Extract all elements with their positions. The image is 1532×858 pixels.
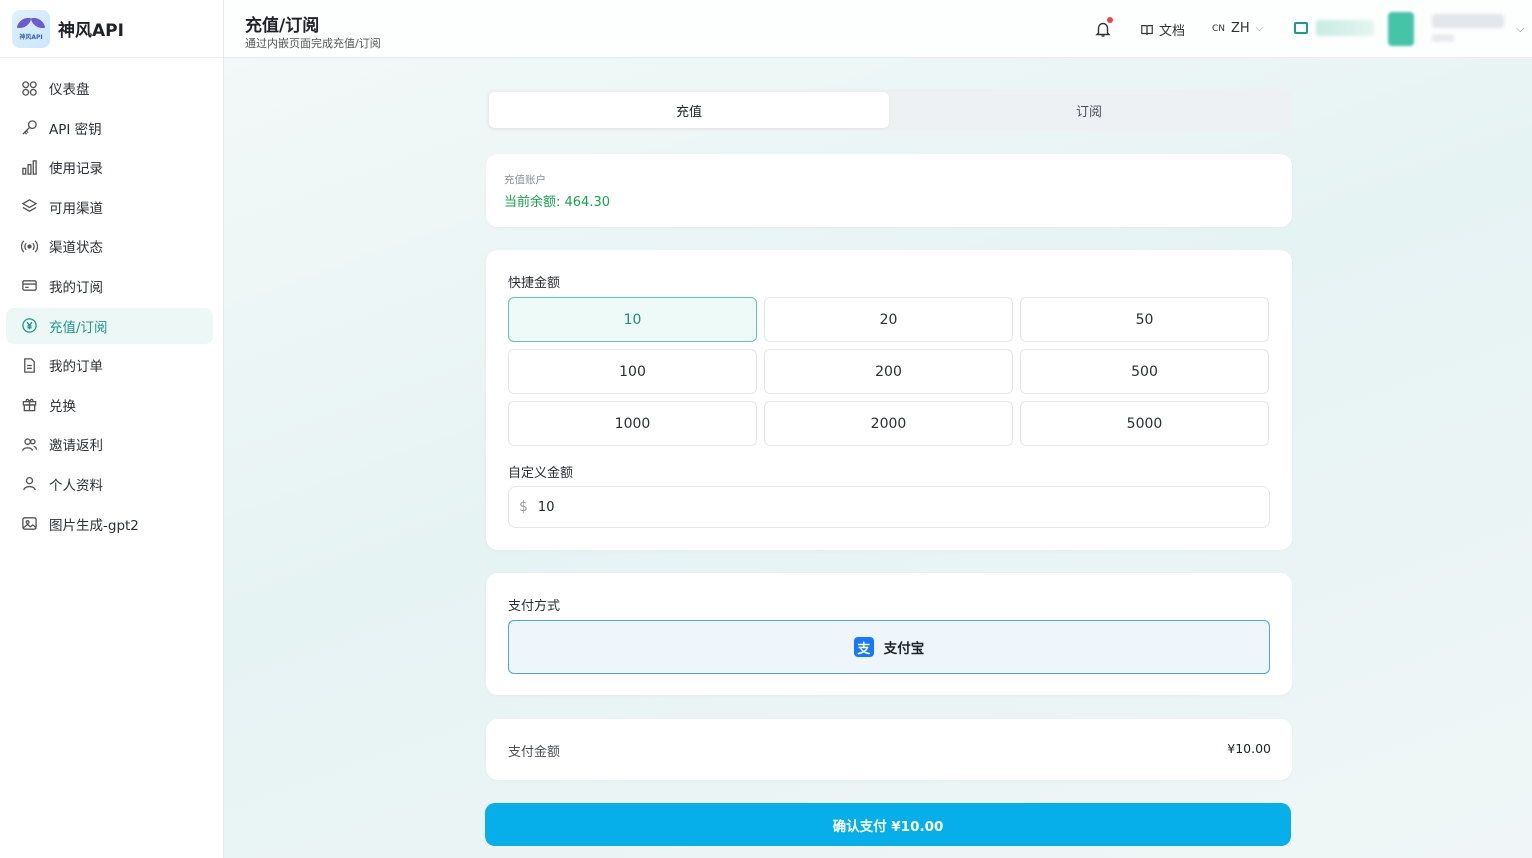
avatar[interactable] [1388, 12, 1414, 46]
docs-link[interactable]: 文档 [1140, 20, 1185, 39]
book-icon [1141, 24, 1153, 35]
amount-option-500[interactable]: 500 [1020, 349, 1269, 394]
brand-logo: 神风API [12, 9, 50, 48]
amount-option-50[interactable]: 50 [1020, 297, 1269, 342]
sidebar-item-label: 充值/订阅 [49, 319, 108, 336]
amount-option-200[interactable]: 200 [764, 349, 1013, 394]
tab-recharge[interactable]: 充值 [489, 92, 889, 128]
sidebar-item-redeem[interactable]: 兑换 [6, 387, 213, 423]
account-label: 充值账户 [504, 174, 546, 186]
sidebar-item-recharge[interactable]: 充值/订阅 [6, 307, 213, 344]
user-info-blurred[interactable] [1432, 14, 1504, 42]
image-gen-icon [20, 515, 38, 533]
custom-amount-field[interactable]: $ [508, 486, 1270, 528]
gift-icon [20, 396, 38, 414]
amount-option-2000[interactable]: 2000 [764, 401, 1013, 446]
brand[interactable]: 神风API 神风API [0, 0, 223, 58]
blurred-balance [1316, 20, 1374, 36]
amount-option-100[interactable]: 100 [508, 349, 757, 394]
confirm-payment-button[interactable]: 确认支付 ¥10.00 [485, 803, 1291, 846]
blurred-role [1432, 34, 1454, 42]
quick-amount-grid: 10 20 50 100 200 500 1000 2000 5000 [508, 297, 1270, 446]
sidebar-item-label: 渠道状态 [49, 240, 103, 257]
key-icon [20, 119, 38, 137]
payment-amount-label: 支付金额 [508, 745, 561, 760]
wallet-icon [1294, 22, 1308, 34]
payment-option-alipay[interactable]: 支 支付宝 [508, 620, 1270, 674]
amount-option-1000[interactable]: 1000 [508, 401, 757, 446]
amount-option-5000[interactable]: 5000 [1020, 401, 1269, 446]
payment-method-name: 支付宝 [883, 641, 925, 657]
sidebar-item-api-keys[interactable]: API 密钥 [6, 110, 213, 146]
brand-name: 神风API [58, 21, 124, 41]
docs-label: 文档 [1159, 24, 1186, 39]
amount-option-10[interactable]: 10 [508, 297, 757, 342]
language-selector[interactable]: CN ZH ⌵ [1212, 21, 1263, 36]
payment-amount-value: ¥10.00 [1227, 741, 1271, 756]
sidebar-item-label: 图片生成-gpt2 [49, 517, 139, 534]
page-subtitle: 通过内嵌页面完成充值/订阅 [245, 37, 381, 50]
wallet-balance-button[interactable] [1294, 20, 1374, 36]
amount-card: 快捷金额 10 20 50 100 200 500 1000 2000 5000… [486, 250, 1292, 550]
tab-bar: 充值 订阅 [486, 89, 1292, 131]
bar-chart-icon [20, 158, 38, 176]
yen-circle-icon [20, 317, 38, 335]
payment-method-label: 支付方式 [508, 599, 561, 614]
sidebar-item-label: 邀请返利 [49, 438, 103, 455]
custom-amount-input[interactable] [537, 499, 1238, 515]
dashboard-icon [20, 79, 38, 97]
wings-icon [18, 16, 44, 30]
language-label: ZH [1231, 21, 1250, 36]
payment-card: 支付方式 支 支付宝 [486, 573, 1292, 695]
alipay-icon: 支 [853, 637, 874, 657]
card-icon [20, 277, 38, 295]
account-card: 充值账户 当前余额: 464.30 [486, 154, 1292, 227]
sidebar-item-channel-status[interactable]: 渠道状态 [6, 228, 213, 264]
payment-summary-card: 支付金额 ¥10.00 [486, 719, 1292, 780]
sidebar-item-label: 使用记录 [49, 161, 103, 178]
custom-amount-label: 自定义金额 [508, 466, 574, 481]
current-balance: 当前余额: 464.30 [504, 195, 610, 210]
quick-amount-label: 快捷金额 [508, 276, 561, 291]
sidebar-item-label: 我的订阅 [49, 279, 103, 296]
sidebar: 神风API 神风API 仪表盘 API 密钥 使用记录 可用渠道 渠道状态 我的… [0, 0, 224, 858]
sidebar-nav: 仪表盘 API 密钥 使用记录 可用渠道 渠道状态 我的订阅 充值/订阅 我的订… [0, 58, 223, 542]
sidebar-item-profile[interactable]: 个人资料 [6, 466, 213, 502]
language-code: CN [1212, 23, 1226, 34]
sidebar-item-label: 可用渠道 [49, 200, 103, 217]
amount-option-20[interactable]: 20 [764, 297, 1013, 342]
sidebar-item-referral[interactable]: 邀请返利 [6, 426, 213, 462]
user-icon [20, 475, 38, 493]
notification-dot [1107, 17, 1113, 23]
sidebar-item-my-orders[interactable]: 我的订单 [6, 347, 213, 383]
page-title: 充值/订阅 [245, 16, 320, 36]
currency-symbol: $ [519, 499, 528, 515]
sidebar-item-usage[interactable]: 使用记录 [6, 149, 213, 185]
sidebar-item-label: 兑换 [49, 398, 76, 415]
main-content: 充值 订阅 充值账户 当前余额: 464.30 快捷金额 10 20 50 10… [224, 59, 1532, 858]
document-icon [20, 356, 38, 374]
sidebar-item-image-gen[interactable]: 图片生成-gpt2 [6, 506, 213, 542]
blurred-username [1432, 14, 1504, 28]
layers-icon [20, 198, 38, 216]
sidebar-item-label: 我的订单 [49, 359, 103, 376]
chevron-down-icon: ⌵ [1255, 23, 1264, 34]
notification-bell-button[interactable] [1094, 17, 1113, 38]
sidebar-item-label: 个人资料 [49, 477, 103, 494]
top-header: 充值/订阅 通过内嵌页面完成充值/订阅 文档 CN ZH ⌵ ⌵ [224, 0, 1532, 58]
sidebar-item-label: 仪表盘 [49, 82, 90, 98]
sidebar-item-channels[interactable]: 可用渠道 [6, 189, 213, 225]
user-menu-chevron-icon[interactable]: ⌵ [1516, 22, 1524, 36]
sidebar-item-my-subscription[interactable]: 我的订阅 [6, 268, 213, 304]
sidebar-item-dashboard[interactable]: 仪表盘 [6, 70, 213, 106]
broadcast-icon [20, 237, 38, 255]
logo-text: 神风API [19, 34, 43, 41]
sidebar-item-label: API 密钥 [49, 121, 102, 138]
users-icon [20, 435, 38, 453]
tab-subscribe[interactable]: 订阅 [889, 92, 1289, 128]
